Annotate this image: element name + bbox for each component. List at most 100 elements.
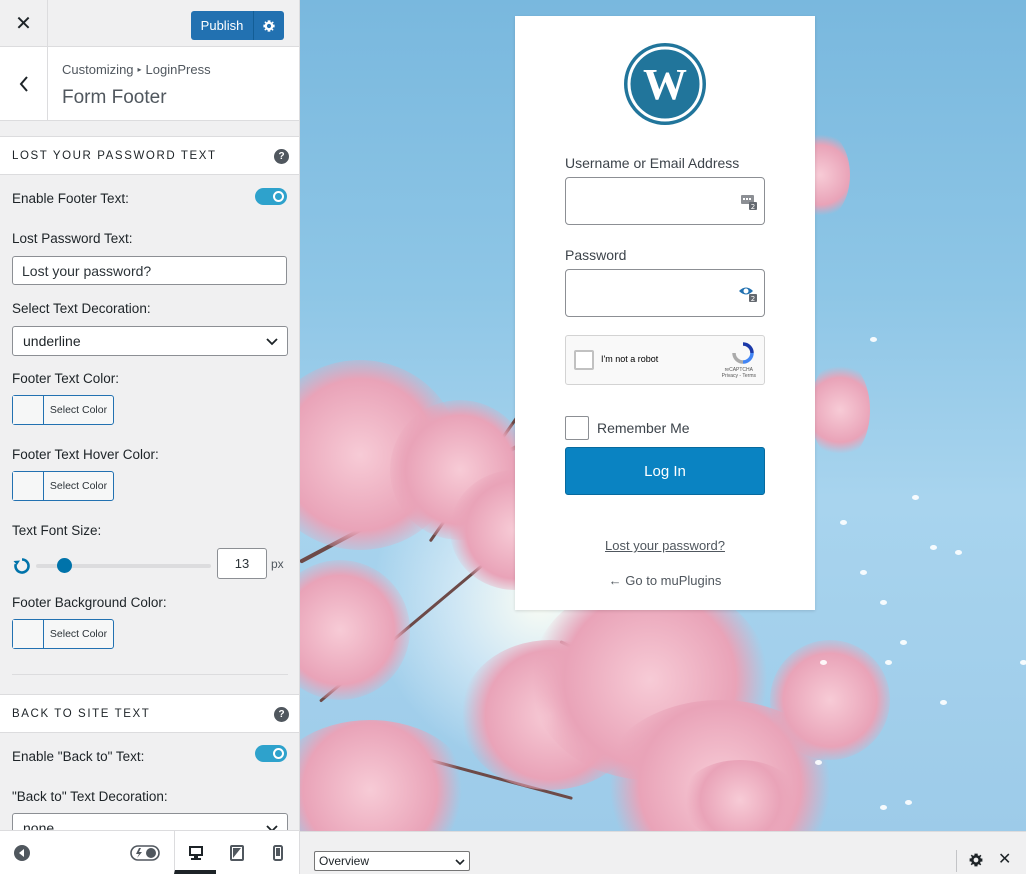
breadcrumb: Customizing ▸ LoginPress <box>62 62 211 77</box>
petal <box>912 495 919 500</box>
breadcrumb-root: Customizing <box>62 62 134 77</box>
enable-back-toggle[interactable] <box>255 745 287 762</box>
decoration-value: underline <box>23 333 81 349</box>
close-icon[interactable]: ✕ <box>998 849 1011 869</box>
enable-footer-toggle[interactable] <box>255 188 287 205</box>
customizer-topbar: ✕ Publish <box>0 0 299 47</box>
section-title: Form Footer <box>62 87 167 108</box>
reset-icon[interactable] <box>12 556 32 576</box>
wordpress-logo[interactable]: W <box>623 42 707 126</box>
separator <box>956 850 957 872</box>
svg-text:W: W <box>643 60 687 109</box>
enable-back-label: Enable "Back to" Text: <box>12 749 145 764</box>
publish-group: Publish <box>191 11 284 40</box>
petal <box>840 520 847 525</box>
blossom-cluster <box>680 760 800 831</box>
tablet-icon <box>230 844 244 861</box>
mobile-preview-button[interactable] <box>264 831 292 874</box>
overview-select[interactable]: Overview <box>314 851 470 871</box>
petal <box>905 800 912 805</box>
select-color-text: Select Color <box>49 628 108 640</box>
mobile-icon <box>273 844 283 861</box>
close-customizer-button[interactable]: ✕ <box>0 0 48 47</box>
petal <box>820 660 827 665</box>
toggle-icon <box>130 844 160 861</box>
font-size-slider-thumb[interactable] <box>57 558 72 573</box>
petal <box>955 550 962 555</box>
group-divider <box>12 674 288 675</box>
login-button[interactable]: Log In <box>565 447 765 495</box>
petal <box>880 805 887 810</box>
petal <box>1020 660 1026 665</box>
bg-color-label: Footer Background Color: <box>12 595 167 610</box>
group-title: LOST YOUR PASSWORD TEXT <box>12 150 217 162</box>
svg-text:2: 2 <box>751 295 755 302</box>
recaptcha-checkbox[interactable] <box>574 350 594 370</box>
back-to-site-link[interactable]: ← Go to muPlugins <box>515 573 815 588</box>
petal <box>860 570 867 575</box>
decoration-select[interactable]: underline <box>12 326 288 356</box>
recaptcha-links[interactable]: Privacy - Terms <box>722 373 756 379</box>
gear-icon[interactable] <box>968 852 984 868</box>
font-size-input[interactable] <box>217 548 267 579</box>
eye-icon: 2 <box>739 287 757 302</box>
remember-me-label: Remember Me <box>597 420 690 436</box>
back-button[interactable] <box>0 47 48 120</box>
petal <box>900 640 907 645</box>
collapse-sidebar-button[interactable] <box>10 831 34 874</box>
preview-bottom-bar: Overview ✕ <box>300 831 1026 874</box>
breadcrumb-leaf: LoginPress <box>145 62 211 77</box>
preview-toggle-button[interactable] <box>128 831 162 874</box>
username-input[interactable]: 2 <box>565 177 765 225</box>
enable-footer-label: Enable Footer Text: <box>12 191 129 206</box>
lost-password-group-header: LOST YOUR PASSWORD TEXT ? <box>0 136 299 175</box>
desktop-preview-button[interactable] <box>175 831 216 874</box>
help-icon[interactable]: ? <box>274 707 289 722</box>
publish-settings-button[interactable] <box>253 11 284 40</box>
petal <box>870 337 877 342</box>
select-color-text: Select Color <box>49 404 108 416</box>
breadcrumb-separator: ▸ <box>137 65 142 74</box>
blossom-cluster <box>810 360 870 460</box>
lost-text-label: Lost Password Text: <box>12 231 133 246</box>
footer-color-label: Footer Text Color: <box>12 371 120 386</box>
petal <box>885 660 892 665</box>
footer-hover-color-label: Footer Text Hover Color: <box>12 447 159 462</box>
collapse-icon <box>14 844 30 861</box>
desktop-icon <box>188 845 203 860</box>
recaptcha-icon <box>732 342 754 364</box>
username-label: Username or Email Address <box>565 155 740 171</box>
bg-color-button[interactable]: Select Color <box>12 619 114 649</box>
lost-password-link[interactable]: Lost your password? <box>515 538 815 553</box>
recaptcha-widget: I'm not a robot reCAPTCHA Privacy - Term… <box>565 335 765 385</box>
tablet-preview-button[interactable] <box>222 831 252 874</box>
customizer-footer <box>0 830 299 874</box>
chevron-down-icon <box>455 859 465 866</box>
customizer-sidebar: ✕ Publish Customizing ▸ LoginPress Form Fo… <box>0 0 300 874</box>
login-form-card: W Username or Email Address 2 Password 2… <box>515 16 815 610</box>
back-to-site-group-header: BACK TO SITE TEXT ? <box>0 694 299 733</box>
password-manager-icon: 2 <box>741 195 757 210</box>
chevron-down-icon <box>266 338 278 346</box>
footer-hover-color-button[interactable]: Select Color <box>12 471 114 501</box>
font-size-unit: px <box>271 557 284 571</box>
petal <box>880 600 887 605</box>
select-color-text: Select Color <box>49 480 108 492</box>
lost-text-input[interactable] <box>12 256 287 285</box>
petal <box>930 545 937 550</box>
help-icon[interactable]: ? <box>274 149 289 164</box>
group-title: BACK TO SITE TEXT <box>12 708 151 720</box>
site-preview: W Username or Email Address 2 Password 2… <box>300 0 1026 831</box>
password-label: Password <box>565 247 627 263</box>
remember-me-checkbox[interactable] <box>565 416 589 440</box>
svg-text:2: 2 <box>751 203 755 210</box>
password-input[interactable]: 2 <box>565 269 765 317</box>
overview-value: Overview <box>319 854 370 868</box>
color-swatch <box>13 620 44 648</box>
publish-button[interactable]: Publish <box>191 11 253 40</box>
color-swatch <box>13 396 44 424</box>
petal <box>940 700 947 705</box>
footer-color-button[interactable]: Select Color <box>12 395 114 425</box>
recaptcha-text: I'm not a robot <box>601 354 659 364</box>
color-swatch <box>13 472 44 500</box>
